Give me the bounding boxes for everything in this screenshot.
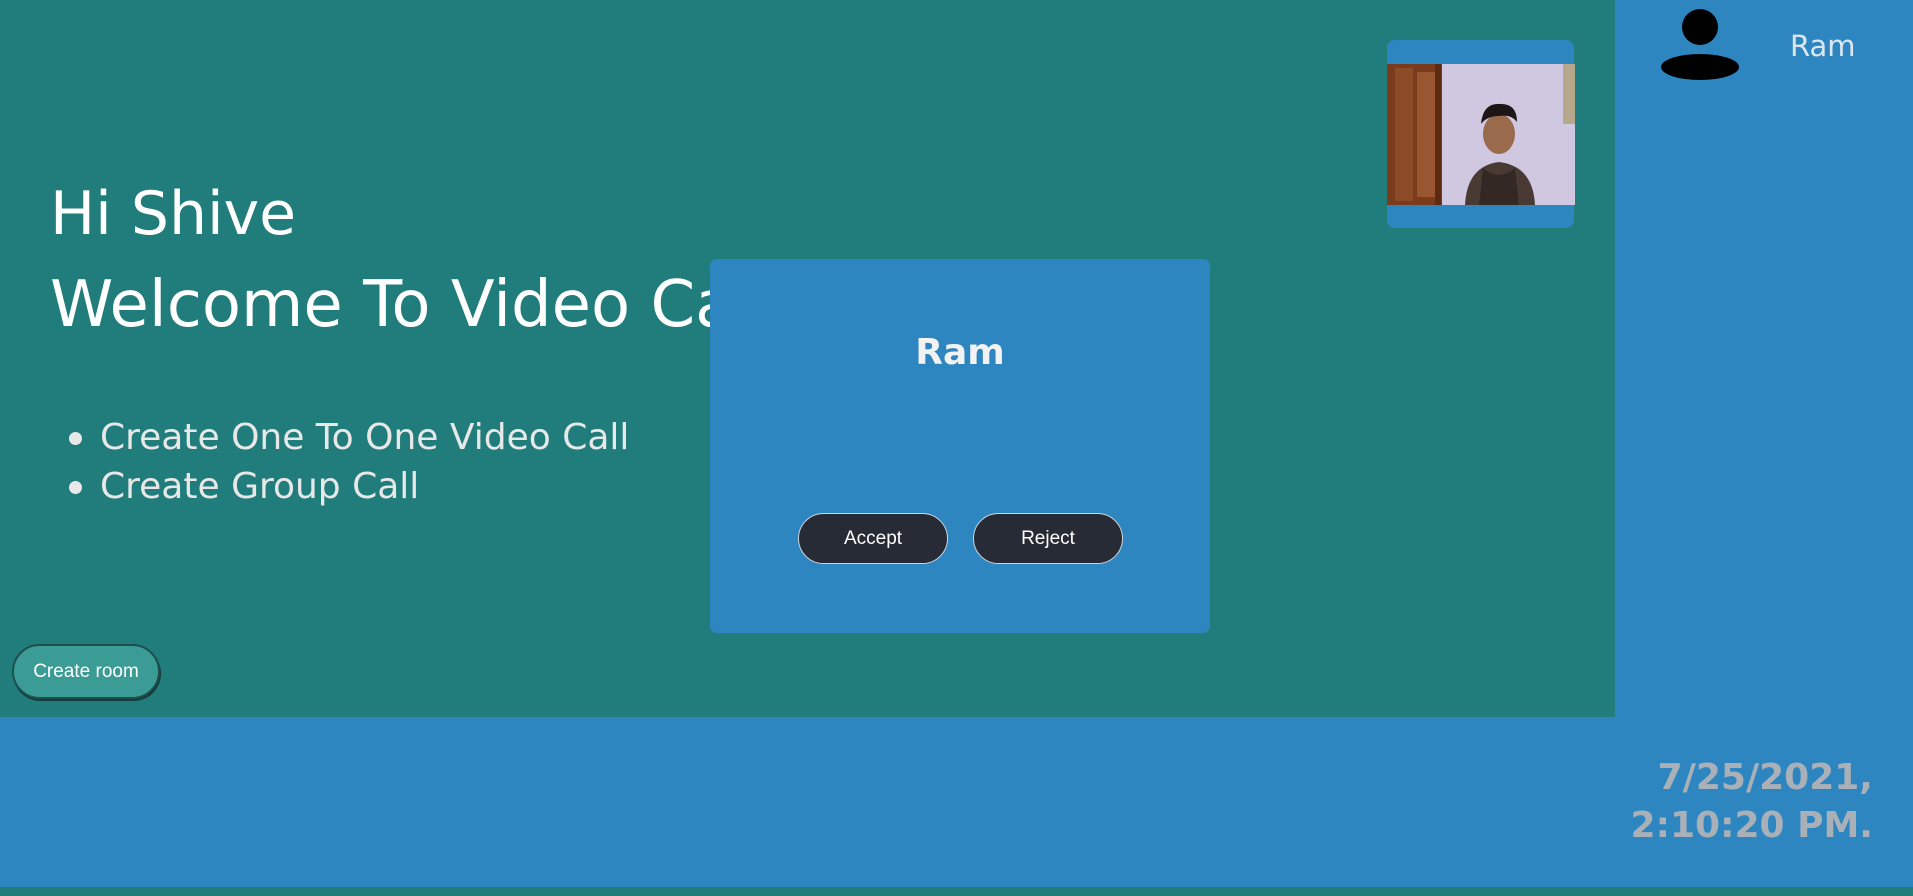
incoming-call-dialog: Ram Accept Reject bbox=[710, 259, 1210, 633]
greeting-heading: Hi Shive bbox=[50, 179, 297, 249]
reject-button[interactable]: Reject bbox=[973, 513, 1123, 564]
feature-item-one-to-one: Create One To One Video Call bbox=[68, 413, 629, 462]
local-video-tile bbox=[1387, 40, 1575, 228]
user-icon bbox=[1660, 5, 1740, 80]
main-panel: Hi Shive Welcome To Video Ca Create One … bbox=[0, 0, 1615, 717]
sidebar bbox=[1615, 0, 1913, 717]
create-room-button[interactable]: Create room bbox=[12, 644, 160, 699]
bottom-strip bbox=[0, 887, 1913, 896]
webcam-feed-image bbox=[1387, 64, 1575, 205]
footer bbox=[0, 717, 1913, 887]
feature-list: Create One To One Video Call Create Grou… bbox=[50, 413, 629, 511]
datetime-display: 7/25/2021, 2:10:20 PM. bbox=[1631, 754, 1873, 850]
welcome-heading: Welcome To Video Ca bbox=[50, 268, 735, 342]
feature-item-group-call: Create Group Call bbox=[68, 462, 629, 511]
date-text: 7/25/2021, bbox=[1657, 757, 1873, 798]
sidebar-caller-name[interactable]: Ram bbox=[1790, 28, 1856, 64]
time-text: 2:10:20 PM. bbox=[1630, 805, 1873, 846]
caller-name: Ram bbox=[915, 332, 1005, 373]
accept-button[interactable]: Accept bbox=[798, 513, 948, 564]
webcam-feed-icon bbox=[1387, 64, 1575, 205]
